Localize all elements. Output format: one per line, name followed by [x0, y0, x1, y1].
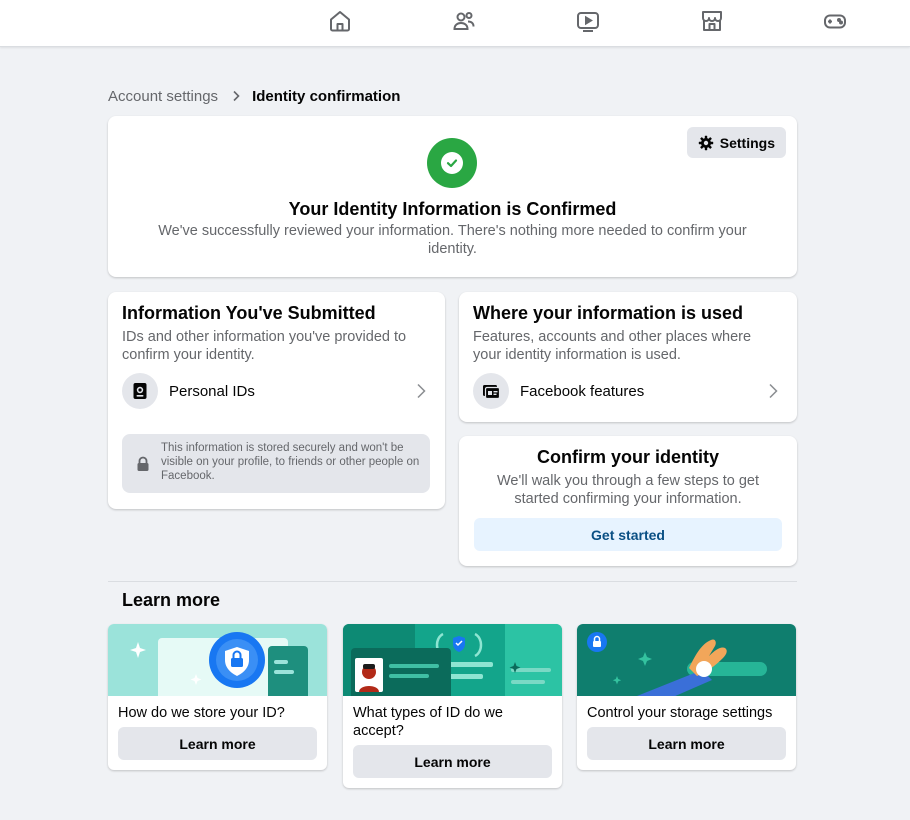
learn-more-card-store-id: How do we store your ID? Learn more [108, 624, 327, 770]
personal-ids-item[interactable]: Personal IDs [122, 372, 431, 410]
confirm-title: Confirm your identity [536, 447, 719, 467]
submitted-description: IDs and other information you've provide… [122, 329, 407, 363]
breadcrumb-identity-confirmation: Identity confirmation [252, 87, 401, 105]
learn-more-card-id-types: What types of ID do we accept? Learn mor… [343, 624, 562, 788]
friends-icon[interactable] [452, 9, 476, 33]
id-card-icon [122, 373, 158, 409]
settings-button[interactable]: Settings [686, 127, 786, 158]
breadcrumb: Account settings Identity confirmation [108, 86, 400, 106]
marketplace-icon[interactable] [700, 9, 724, 33]
learn-more-card-title: Control your storage settings [587, 705, 773, 721]
confirm-identity-card: Confirm your identity We'll walk you thr… [459, 436, 797, 566]
where-used-card: Where your information is used Features,… [459, 292, 797, 422]
facebook-features-item[interactable]: Facebook features [473, 372, 783, 410]
chevron-right-icon [417, 383, 426, 399]
top-navigation-bar [0, 0, 910, 47]
section-divider [108, 581, 797, 582]
learn-more-button[interactable]: Learn more [587, 727, 786, 760]
home-icon[interactable] [328, 9, 352, 33]
personal-ids-label: Personal IDs [169, 382, 255, 400]
submitted-info-card: Information You've Submitted IDs and oth… [108, 292, 445, 509]
gear-icon [698, 135, 713, 150]
features-icon [473, 373, 509, 409]
secure-storage-notice: This information is stored securely and … [122, 434, 430, 493]
chevron-right-icon [769, 383, 778, 399]
breadcrumb-account-settings[interactable]: Account settings [108, 88, 218, 105]
where-used-description: Features, accounts and other places wher… [473, 329, 752, 363]
hero-description: We've successfully reviewed your informa… [158, 223, 747, 257]
confirm-description: We'll walk you through a few steps to ge… [496, 473, 760, 507]
submitted-title: Information You've Submitted [122, 303, 376, 323]
facebook-features-label: Facebook features [520, 382, 645, 400]
learn-more-card-title: How do we store your ID? [118, 705, 285, 721]
confirmed-check-icon [427, 138, 477, 188]
hero-title: Your Identity Information is Confirmed [288, 199, 617, 219]
notice-text: This information is stored securely and … [161, 442, 420, 482]
lock-icon [137, 456, 149, 471]
where-used-title: Where your information is used [473, 303, 744, 323]
learn-more-button[interactable]: Learn more [118, 727, 317, 760]
get-started-button[interactable]: Get started [474, 518, 782, 551]
learn-more-heading: Learn more [122, 590, 221, 610]
settings-label: Settings [719, 134, 775, 151]
id-types-illustration [343, 624, 562, 696]
identity-confirmed-card: Settings Your Identity Information is Co… [108, 116, 797, 277]
secure-id-illustration [108, 624, 327, 696]
chevron-right-icon [233, 90, 240, 102]
watch-icon[interactable] [576, 9, 600, 33]
gaming-icon[interactable] [823, 9, 847, 33]
learn-more-button[interactable]: Learn more [353, 745, 552, 778]
storage-settings-illustration [577, 624, 796, 696]
learn-more-card-title: What types of ID do we accept? [353, 705, 503, 739]
learn-more-card-storage: Control your storage settings Learn more [577, 624, 796, 770]
